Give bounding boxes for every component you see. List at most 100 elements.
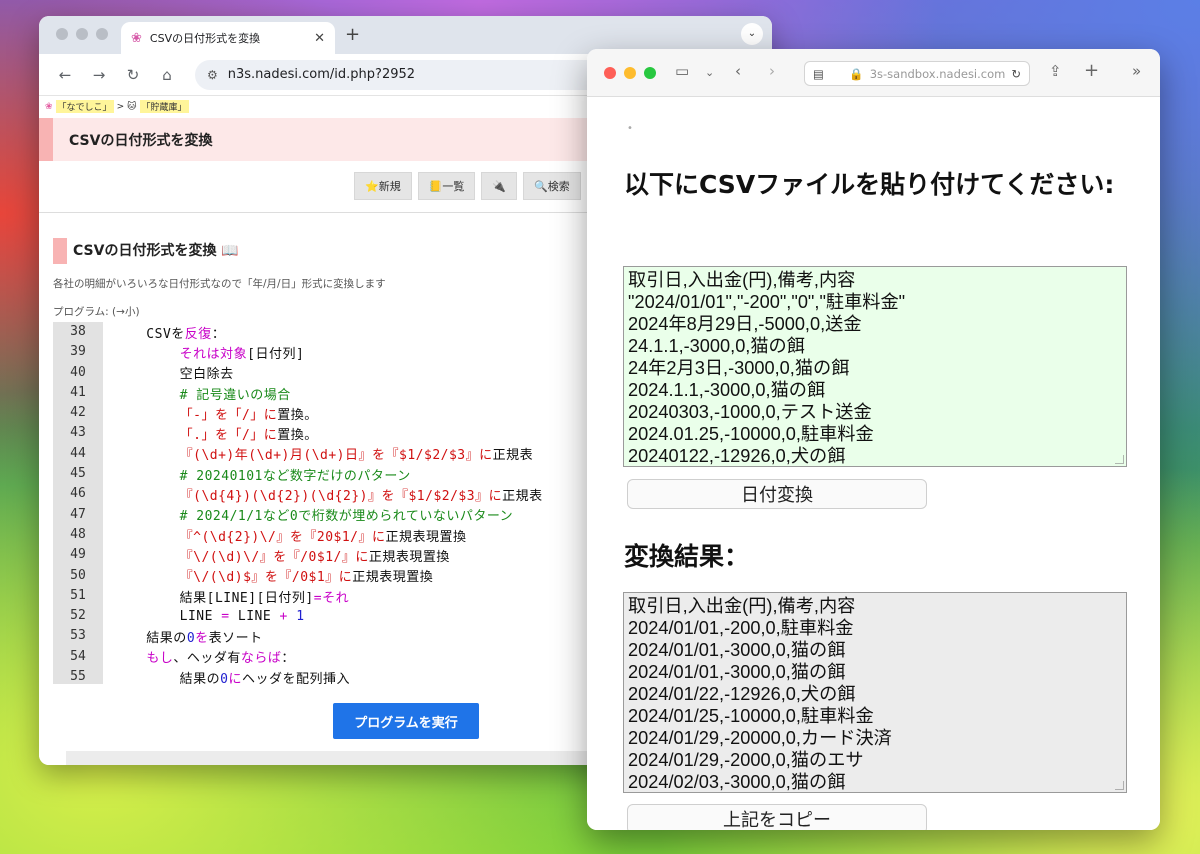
forward-arrow-icon[interactable]: › <box>769 62 775 80</box>
code-editor[interactable]: 38 CSVを反復： 39 それは対象[日付列] 40 空白除去 41 # 記号違いの… <box>53 322 593 684</box>
new-tab-icon[interactable]: + <box>1084 60 1099 81</box>
code-token: LINE <box>229 608 280 624</box>
code-line[interactable]: 45 # 20240101など数字だけのパターン <box>53 464 593 485</box>
code-line[interactable]: 55 結果の0にヘッダを配列挿入 <box>53 667 593 684</box>
address-bar[interactable]: ⚙ n3s.nadesi.com/id.php?2952 <box>195 59 625 90</box>
code-line[interactable]: 52 LINE = LINE + 1 <box>53 606 593 627</box>
tab-csv-date[interactable]: ❀ CSVの日付形式を変換 ✕ <box>121 22 335 54</box>
sidebar-icon[interactable]: ▭ <box>675 62 689 80</box>
line-content: # 記号違いの場合 <box>103 384 291 403</box>
list-button[interactable]: 📒一覧 <box>417 172 476 200</box>
code-line[interactable]: 39 それは対象[日付列] <box>53 342 593 363</box>
search-button[interactable]: 🔍検索 <box>523 172 581 200</box>
line-content: 「.」を「/」に置換。 <box>103 424 318 443</box>
close-window-button[interactable] <box>56 28 68 40</box>
code-token: もし <box>146 651 174 667</box>
code-line[interactable]: 40 空白除去 <box>53 362 593 383</box>
tab-overview-icon[interactable]: » <box>1132 62 1141 80</box>
chevron-down-icon[interactable]: ⌄ <box>705 66 714 79</box>
breadcrumb-separator: > <box>116 101 125 112</box>
csv-row: 2024.1.1,-3000,0,猫の餌 <box>628 380 826 400</box>
minimize-window-button[interactable] <box>624 67 636 79</box>
run-program-button[interactable]: プログラムを実行 <box>333 703 479 739</box>
code-line[interactable]: 50 『\/(\d)$』を『/0$1』に正規表現置換 <box>53 565 593 586</box>
result-textarea[interactable]: 取引日,入出金(円),備考,内容 2024/01/01,-200,0,駐車料金 20… <box>623 592 1127 793</box>
code-line[interactable]: 43 「.」を「/」に置換。 <box>53 423 593 444</box>
site-settings-icon[interactable]: ⚙ <box>207 68 218 82</box>
code-token: 正規表現置換 <box>368 549 450 565</box>
csv-row: 2024/01/01,-3000,0,猫の餌 <box>628 640 846 660</box>
code-token: [日付列] <box>247 346 305 362</box>
code-line[interactable]: 47 # 2024/1/1など0で桁数が埋められていないパターン <box>53 504 593 525</box>
code-token: 『\/(\d)$』を『/0$1』に <box>113 570 353 586</box>
breadcrumb-item-storage[interactable]: 「貯蔵庫」 <box>139 100 189 113</box>
back-arrow-icon[interactable]: ‹ <box>735 62 741 80</box>
code-line[interactable]: 51 結果[LINE][日付列]=それ <box>53 585 593 607</box>
code-token: # 記号違いの場合 <box>113 387 291 403</box>
code-line[interactable]: 41 # 記号違いの場合 <box>53 382 593 404</box>
new-button[interactable]: ⭐新規 <box>354 172 412 200</box>
code-token: を <box>195 631 209 647</box>
window-controls[interactable] <box>56 28 108 40</box>
code-token: 0 <box>186 631 196 647</box>
code-line[interactable]: 53 結果の0を表ソート <box>53 626 593 647</box>
close-window-button[interactable] <box>604 67 616 79</box>
code-line[interactable]: 54 もし、ヘッダ有ならば： <box>53 646 593 668</box>
code-line[interactable]: 38 CSVを反復： <box>53 322 593 343</box>
reload-icon[interactable]: ↻ <box>1011 67 1021 81</box>
copy-button[interactable]: 上記をコピー <box>627 804 927 830</box>
line-number: 55 <box>53 667 103 684</box>
line-content: 「-」を「/」に置換。 <box>103 404 318 423</box>
line-content: 結果の0を表ソート <box>103 627 263 646</box>
page-button-row: ⭐新規 📒一覧 🔌 🔍検索 <box>354 172 581 200</box>
breadcrumb-item-nadesiko[interactable]: 「なでしこ」 <box>55 100 114 113</box>
code-token: ならば <box>240 651 282 667</box>
home-icon[interactable]: ⌂ <box>153 66 181 84</box>
csv-row: 2024年8月29日,-5000,0,送金 <box>628 314 862 334</box>
code-line[interactable]: 48 『^(\d{2})\/』を『20$1/』に正規表現置換 <box>53 524 593 546</box>
code-token: 置換。 <box>277 407 318 423</box>
new-tab-button[interactable]: + <box>345 24 360 45</box>
address-bar[interactable]: ▤ 🔒 3s-sandbox.nadesi.com ↻ <box>804 61 1030 86</box>
output-area <box>66 751 599 765</box>
line-content: 結果の0にヘッダを配列挿入 <box>103 668 350 684</box>
resize-grip-icon[interactable] <box>1115 781 1124 790</box>
program-label[interactable]: プログラム: (→小) <box>53 304 140 319</box>
zoom-window-button[interactable] <box>644 67 656 79</box>
line-number: 39 <box>53 342 103 363</box>
forward-arrow-icon[interactable]: → <box>85 66 113 84</box>
section-heading: CSVの日付形式を変換 📖 <box>53 238 239 264</box>
safari-page: • 以下にCSVファイルを貼り付けてください: 取引日,入出金(円),備考,内容… <box>587 97 1160 830</box>
zoom-window-button[interactable] <box>96 28 108 40</box>
back-arrow-icon[interactable]: ← <box>51 66 79 84</box>
convert-date-button[interactable]: 日付変換 <box>627 479 927 509</box>
code-token: + <box>279 608 288 624</box>
reload-icon[interactable]: ↻ <box>119 66 147 84</box>
csv-row: 2024/01/25,-10000,0,駐車料金 <box>628 706 874 726</box>
line-content: # 2024/1/1など0で桁数が埋められていないパターン <box>103 505 513 524</box>
code-token: 反復 <box>184 326 212 342</box>
line-number: 45 <box>53 464 103 485</box>
code-token: 正規表 <box>492 448 534 464</box>
chevron-down-icon[interactable]: ⌄ <box>741 23 763 45</box>
line-content: 結果[LINE][日付列]=それ <box>103 587 349 606</box>
share-icon[interactable]: ⇪ <box>1049 62 1062 80</box>
csv-row: 2024.01.25,-10000,0,駐車料金 <box>628 424 874 444</box>
code-line[interactable]: 42 「-」を「/」に置換。 <box>53 403 593 424</box>
code-line[interactable]: 46 『(\d{4})(\d{2})(\d{2})』を『$1/$2/$3』に正規… <box>53 484 593 505</box>
code-line[interactable]: 49 『\/(\d)\/』を『/0$1/』に正規表現置換 <box>53 545 593 566</box>
address-url: 3s-sandbox.nadesi.com <box>869 66 1006 81</box>
plugin-button[interactable]: 🔌 <box>481 172 518 200</box>
line-number: 46 <box>53 484 103 505</box>
window-controls[interactable] <box>604 67 656 79</box>
code-token: ： <box>281 651 295 667</box>
close-tab-icon[interactable]: ✕ <box>314 31 325 46</box>
page-menu-icon[interactable]: ▤ <box>813 67 824 81</box>
line-content: # 20240101など数字だけのパターン <box>103 465 411 484</box>
code-line[interactable]: 44 『(\d+)年(\d+)月(\d+)日』を『$1/$2/$3』に正規表 <box>53 443 593 465</box>
csv-input-textarea[interactable]: 取引日,入出金(円),備考,内容 "2024/01/01","-200","0",… <box>623 266 1127 467</box>
code-token: 1 <box>287 608 305 624</box>
minimize-window-button[interactable] <box>76 28 88 40</box>
resize-grip-icon[interactable] <box>1115 455 1124 464</box>
